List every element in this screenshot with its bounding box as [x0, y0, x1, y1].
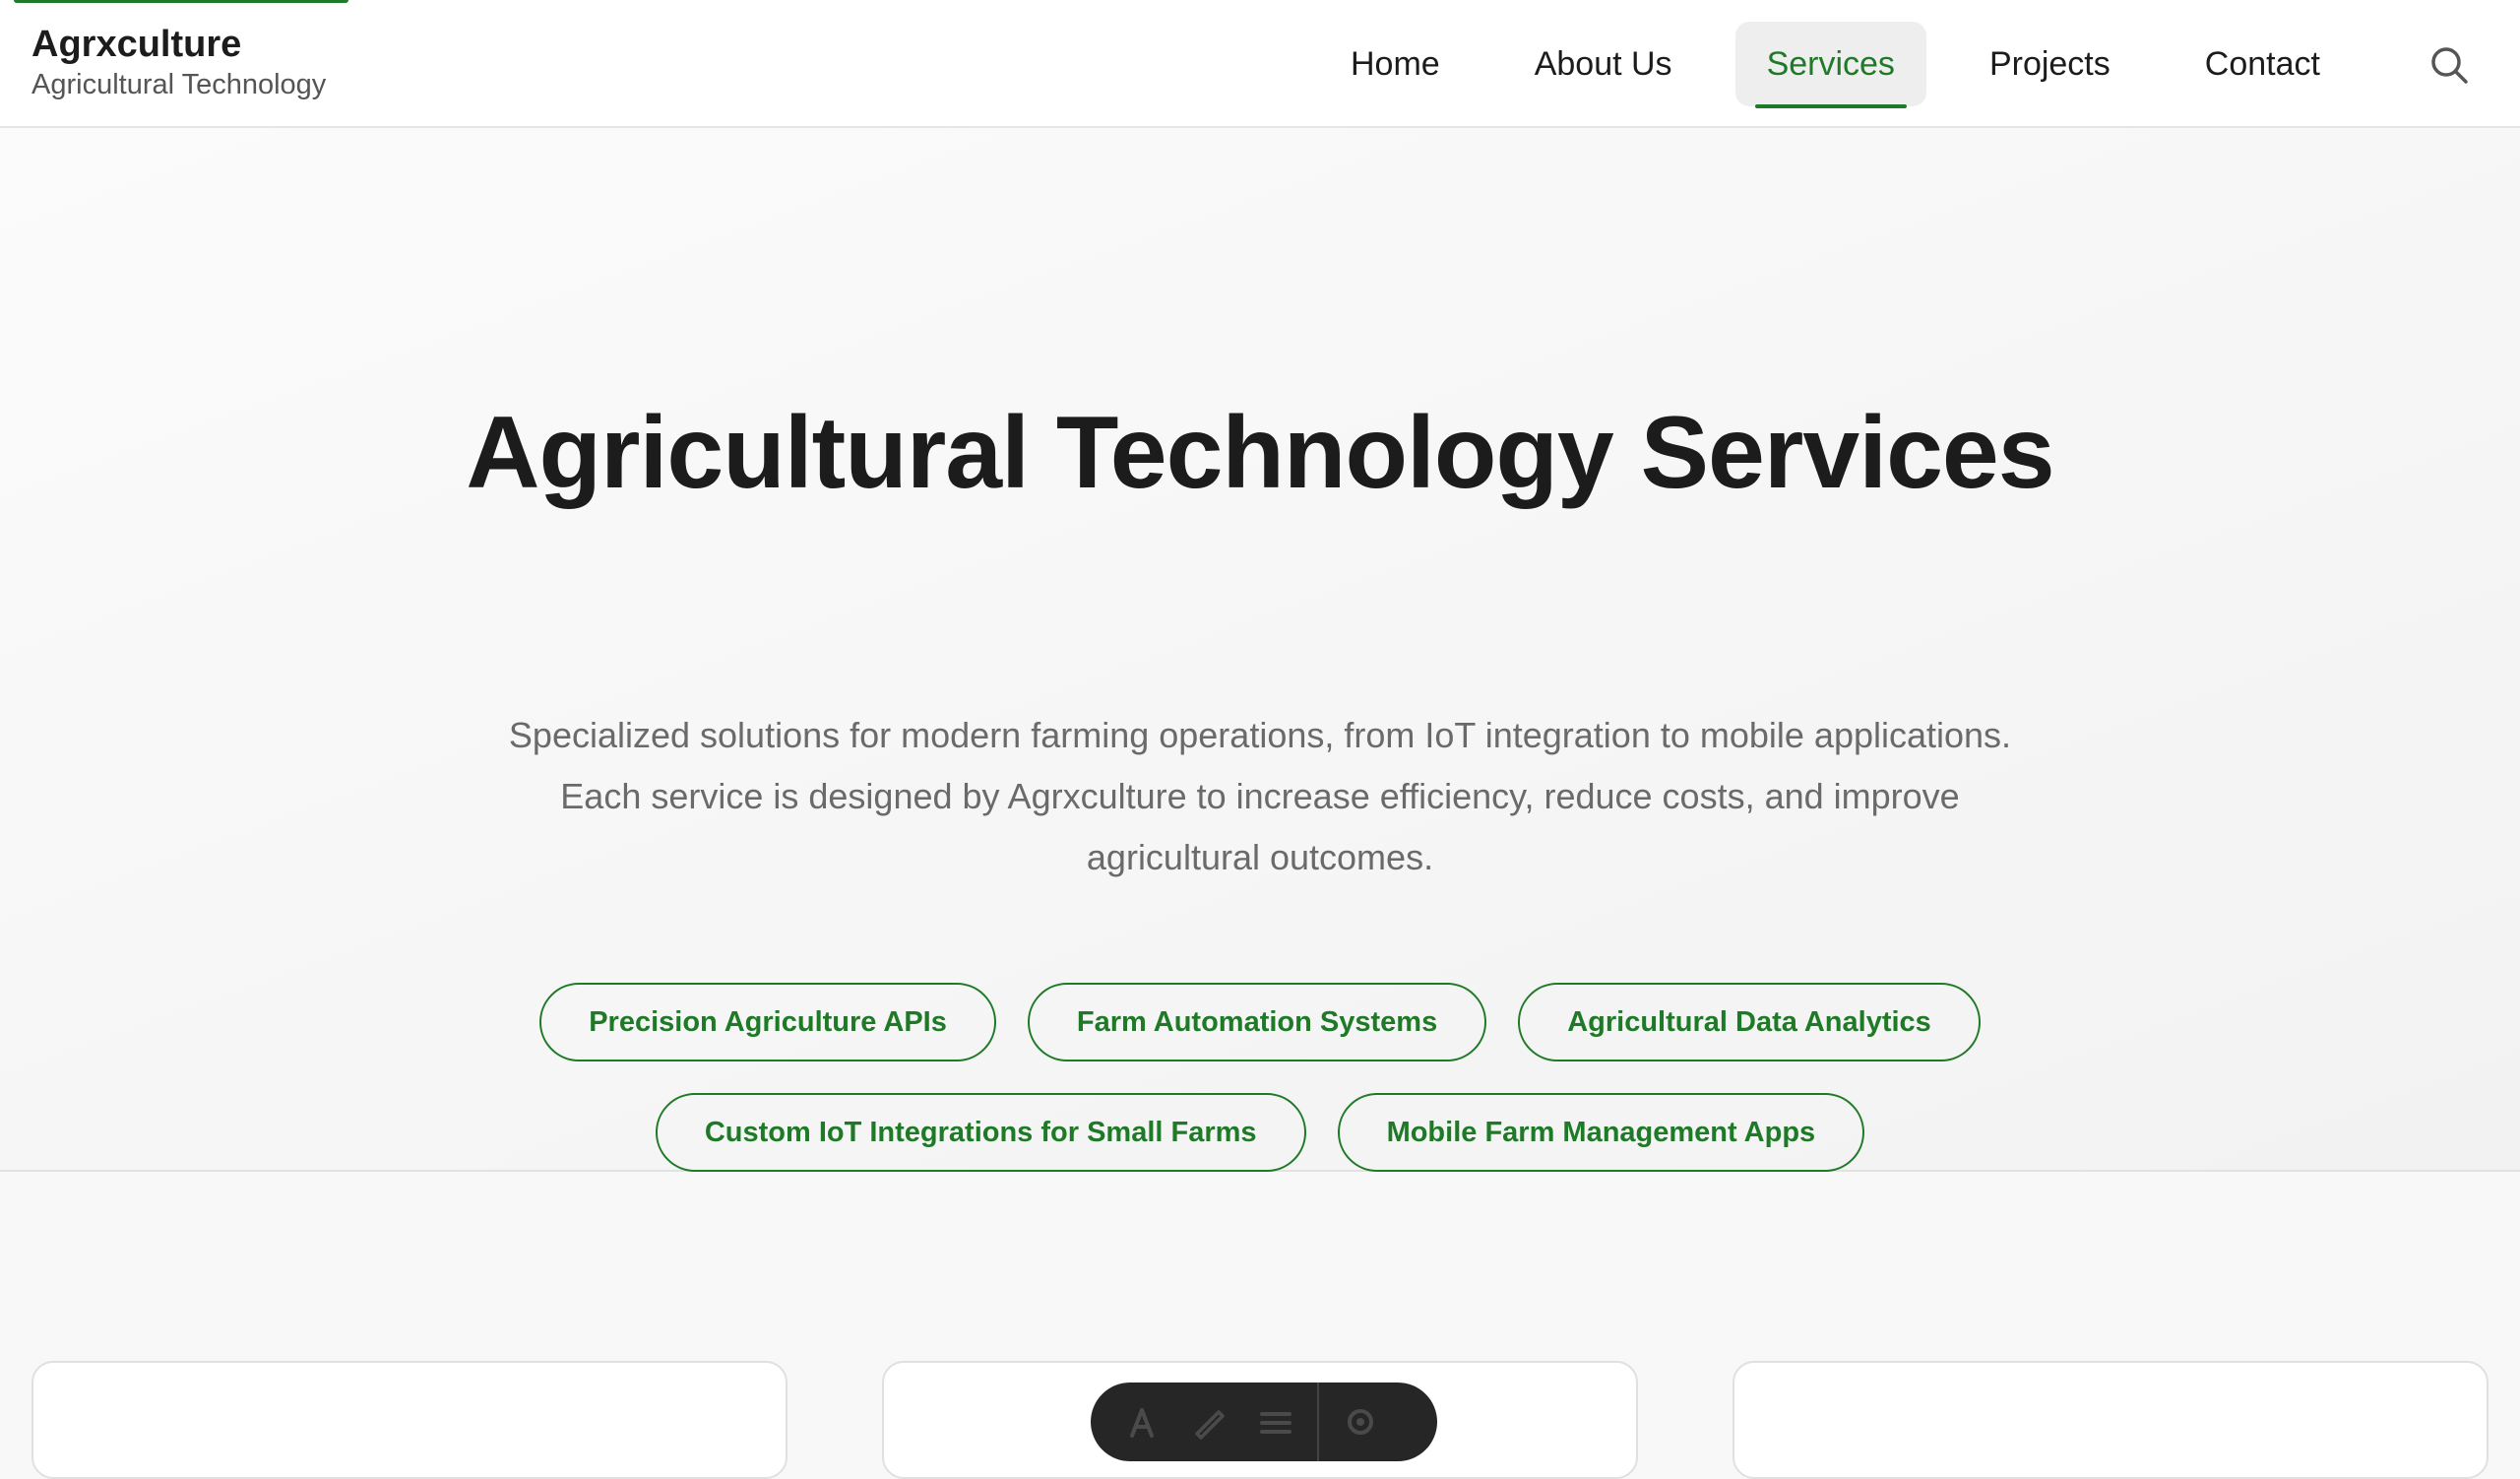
- brand-name[interactable]: Agrxculture: [32, 22, 326, 67]
- settings-icon[interactable]: [1331, 1392, 1390, 1451]
- service-card[interactable]: [1732, 1361, 2488, 1479]
- brand-accent-bar: [14, 0, 348, 3]
- service-pill-custom-iot-integrations[interactable]: Custom IoT Integrations for Small Farms: [655, 1093, 1306, 1172]
- service-card[interactable]: [32, 1361, 788, 1479]
- brand-logo[interactable]: Agrxculture Agricultural Technology: [32, 22, 326, 102]
- list-icon[interactable]: [1246, 1392, 1305, 1451]
- nav-link-projects[interactable]: Projects: [1958, 22, 2142, 106]
- search-button[interactable]: [2427, 43, 2471, 87]
- brand-tagline: Agricultural Technology: [32, 69, 327, 100]
- nav-link-about-us[interactable]: About Us: [1503, 22, 1704, 106]
- service-pill-agricultural-data-analytics[interactable]: Agricultural Data Analytics: [1518, 983, 1981, 1061]
- service-pill-precision-agriculture-apis[interactable]: Precision Agriculture APIs: [539, 983, 996, 1061]
- services-cards-section: [0, 1174, 2520, 1479]
- draw-icon[interactable]: [1179, 1392, 1238, 1451]
- main-nav: Home About Us Services Projects Contact: [1319, 22, 2383, 108]
- service-pill-farm-automation-systems[interactable]: Farm Automation Systems: [1027, 983, 1487, 1061]
- page-title: Agricultural Technology Services: [466, 396, 2054, 510]
- nav-link-home[interactable]: Home: [1319, 22, 1472, 106]
- hero-description: Specialized solutions for modern farming…: [508, 715, 2012, 877]
- hero-section: Agricultural Technology Services Special…: [0, 128, 2520, 1172]
- site-header: Agrxculture Agricultural Technology Home…: [0, 0, 2520, 128]
- nav-link-contact[interactable]: Contact: [2174, 22, 2352, 106]
- service-card[interactable]: [882, 1361, 1638, 1479]
- floating-toolbar: [1091, 1383, 1437, 1461]
- service-filter-list: Precision Agriculture APIs Farm Automati…: [217, 983, 2303, 1172]
- service-pill-mobile-farm-management-apps[interactable]: Mobile Farm Management Apps: [1337, 1093, 1865, 1172]
- toolbar-divider: [1317, 1383, 1319, 1461]
- text-icon[interactable]: [1112, 1392, 1171, 1451]
- nav-link-services[interactable]: Services: [1734, 22, 1926, 108]
- search-icon: [2431, 47, 2468, 84]
